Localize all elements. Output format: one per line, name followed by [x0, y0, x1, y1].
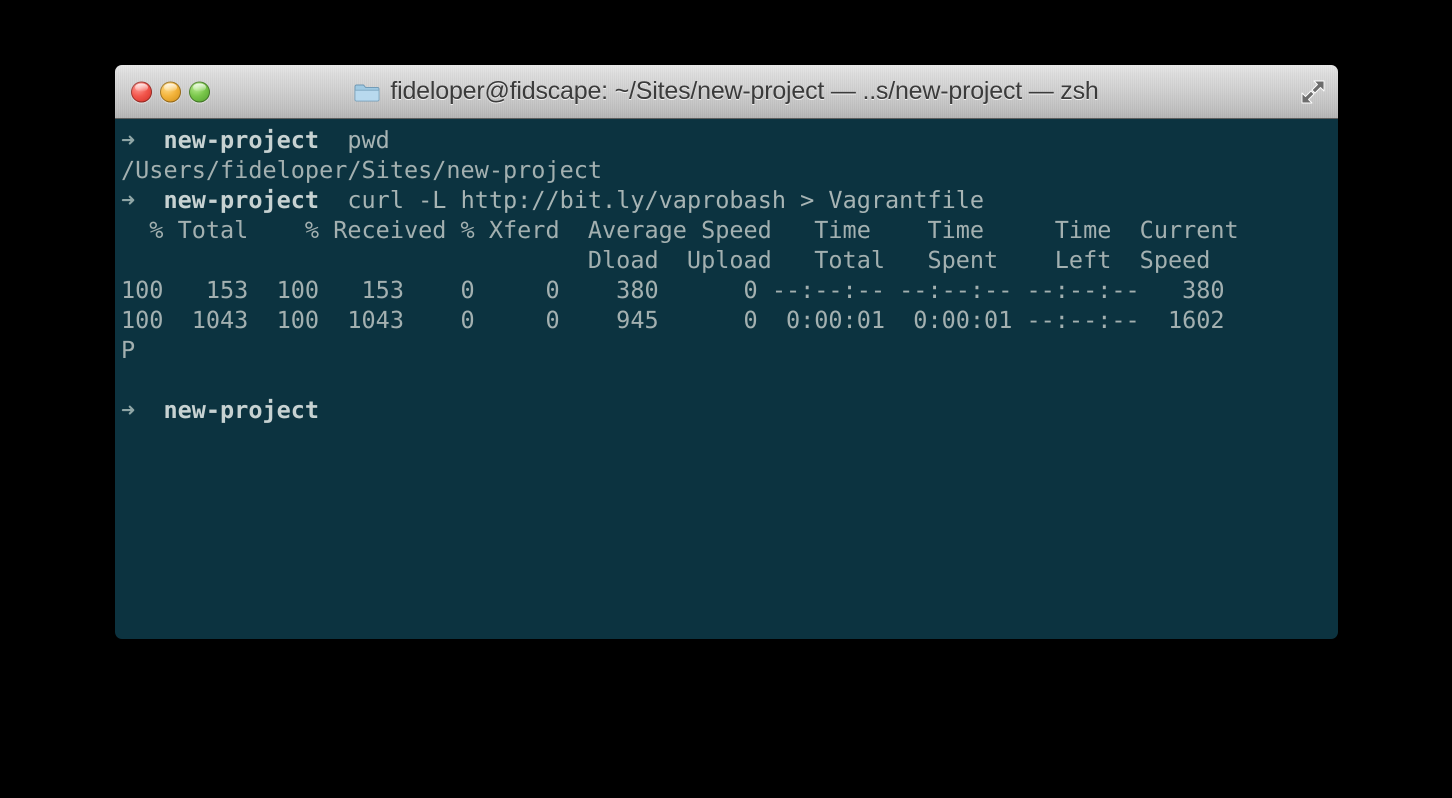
terminal-prompt-line: ➜ new-project curl -L http://bit.ly/vapr… [121, 185, 1338, 215]
minimize-button[interactable] [160, 81, 181, 102]
close-button[interactable] [131, 81, 152, 102]
terminal-output-text: 100 153 100 153 0 0 380 0 --:--:-- --:--… [121, 276, 1225, 304]
terminal-body[interactable]: ➜ new-project pwd/Users/fideloper/Sites/… [115, 119, 1338, 639]
terminal-output-line: P [121, 335, 1338, 365]
prompt-gap [135, 186, 163, 214]
terminal-output-line: Dload Upload Total Spent Left Speed [121, 245, 1338, 275]
folder-icon [354, 82, 380, 103]
terminal-output-line: 100 153 100 153 0 0 380 0 --:--:-- --:--… [121, 275, 1338, 305]
terminal-output-text: /Users/fideloper/Sites/new-project [121, 156, 603, 184]
terminal-window: fideloper@fidscape: ~/Sites/new-project … [115, 65, 1338, 639]
title-bar[interactable]: fideloper@fidscape: ~/Sites/new-project … [115, 65, 1338, 119]
prompt-arrow-icon: ➜ [121, 186, 136, 214]
terminal-output-text: P [121, 336, 136, 364]
prompt-arrow-icon: ➜ [121, 126, 136, 154]
prompt-gap [135, 396, 163, 424]
fullscreen-icon[interactable] [1298, 77, 1328, 107]
terminal-output-line: /Users/fideloper/Sites/new-project [121, 155, 1338, 185]
terminal-prompt-line: ➜ new-project pwd [121, 125, 1338, 155]
prompt-gap [135, 126, 163, 154]
terminal-output-text: % Total % Received % Xferd Average Speed… [121, 216, 1239, 244]
terminal-command: pwd [347, 126, 390, 154]
prompt-command-gap [319, 126, 347, 154]
terminal-output-line: % Total % Received % Xferd Average Speed… [121, 215, 1338, 245]
prompt-command-gap [319, 186, 347, 214]
prompt-path: new-project [163, 186, 320, 214]
window-title: fideloper@fidscape: ~/Sites/new-project … [390, 77, 1099, 105]
terminal-output-text: 100 1043 100 1043 0 0 945 0 0:00:01 0:00… [121, 306, 1225, 334]
title-area: fideloper@fidscape: ~/Sites/new-project … [115, 65, 1338, 118]
terminal-output-text: Dload Upload Total Spent Left Speed [121, 246, 1211, 274]
window-controls [131, 81, 210, 102]
terminal-command: curl -L http://bit.ly/vaprobash > Vagran… [347, 186, 985, 214]
prompt-path: new-project [163, 126, 320, 154]
terminal-output-line: 100 1043 100 1043 0 0 945 0 0:00:01 0:00… [121, 305, 1338, 335]
maximize-button[interactable] [189, 81, 210, 102]
terminal-screen: ➜ new-project pwd/Users/fideloper/Sites/… [121, 125, 1338, 425]
terminal-prompt-line: ➜ new-project [121, 395, 1338, 425]
screen-root: fideloper@fidscape: ~/Sites/new-project … [0, 0, 1452, 798]
prompt-arrow-icon: ➜ [121, 396, 136, 424]
prompt-path: new-project [163, 396, 320, 424]
